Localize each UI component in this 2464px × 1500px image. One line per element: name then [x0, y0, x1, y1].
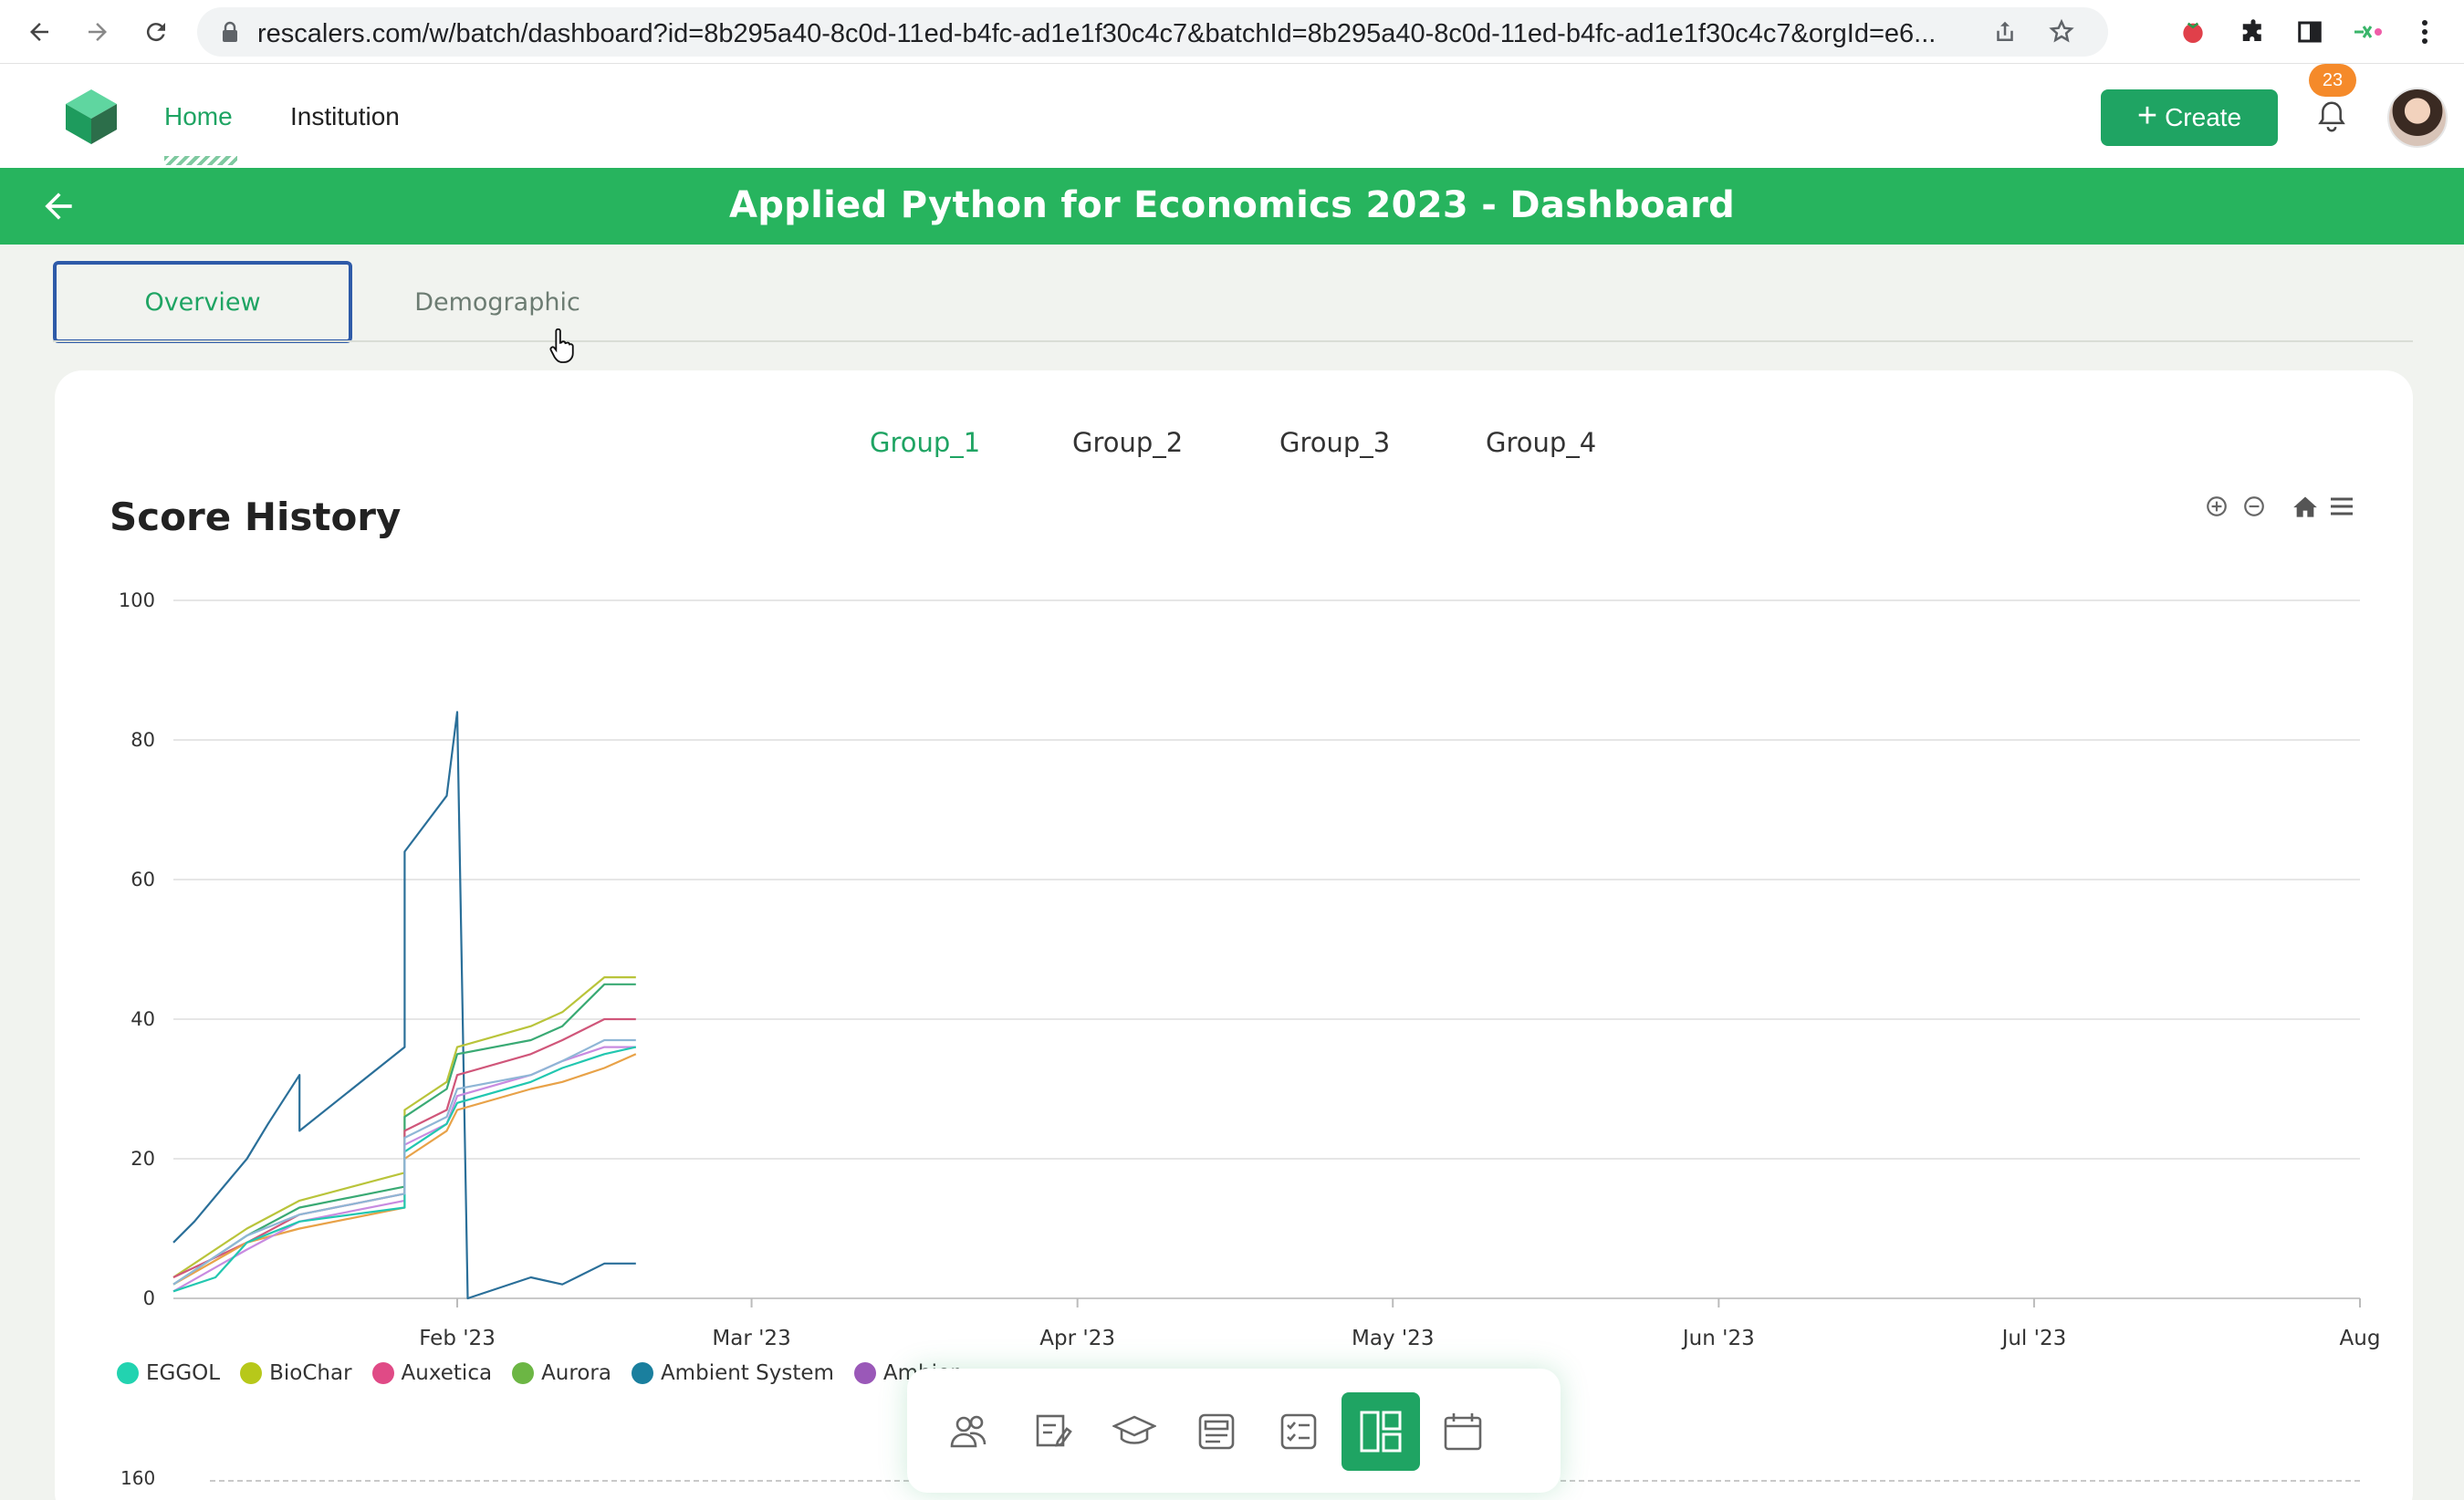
legend-item[interactable]: Aurora — [512, 1361, 611, 1385]
second-chart-y-tick: 160 — [120, 1467, 156, 1489]
x-tick-label: Aug — [2340, 1327, 2381, 1350]
legend-label: EGGOL — [146, 1361, 221, 1385]
bottom-dock — [907, 1369, 1561, 1493]
legend-label: Aurora — [541, 1361, 611, 1385]
legend-marker — [853, 1362, 876, 1384]
series-line — [172, 711, 636, 1300]
x-tick-label: Feb '23 — [419, 1327, 496, 1350]
legend-item[interactable]: EGGOL — [117, 1361, 220, 1385]
content-list-icon[interactable] — [1177, 1392, 1256, 1471]
legend-item[interactable]: BioChar — [240, 1361, 352, 1385]
y-tick-label: 20 — [131, 1148, 155, 1170]
legend-marker — [371, 1362, 394, 1384]
legend-marker — [631, 1362, 653, 1384]
legend-label: Ambient System — [660, 1361, 834, 1385]
legend-item[interactable]: Auxetica — [371, 1361, 493, 1385]
assignment-edit-icon[interactable] — [1013, 1392, 1091, 1471]
chart-legend: EGGOL BioChar Auxetica Aurora Ambient Sy… — [117, 1361, 959, 1385]
x-tick-label: Apr '23 — [1039, 1327, 1115, 1350]
x-tick-label: May '23 — [1352, 1327, 1434, 1350]
y-tick-label: 80 — [131, 729, 155, 751]
legend-marker — [117, 1362, 139, 1384]
x-tick-label: Jul '23 — [2000, 1327, 2067, 1350]
y-tick-label: 40 — [131, 1008, 155, 1030]
y-tick-label: 100 — [119, 589, 155, 611]
x-tick-label: Jun '23 — [1681, 1327, 1755, 1350]
checklist-icon[interactable] — [1259, 1392, 1338, 1471]
x-tick-label: Mar '23 — [712, 1327, 790, 1350]
y-tick-label: 0 — [143, 1287, 155, 1309]
legend-item[interactable]: Ambient System — [631, 1361, 834, 1385]
score-history-chart: 0 20 40 60 80 100 Feb '23 Mar '23 Apr '23 May '23… — [119, 589, 2381, 1350]
legend-marker — [240, 1362, 263, 1384]
learners-icon[interactable] — [931, 1392, 1009, 1471]
legend-label: BioChar — [269, 1361, 352, 1385]
legend-label: Auxetica — [401, 1361, 493, 1385]
graduation-cap-icon[interactable] — [1095, 1392, 1174, 1471]
calendar-icon[interactable] — [1424, 1392, 1502, 1471]
dashboard-grid-icon[interactable] — [1342, 1392, 1420, 1471]
y-tick-label: 60 — [131, 869, 155, 891]
legend-marker — [512, 1362, 535, 1384]
